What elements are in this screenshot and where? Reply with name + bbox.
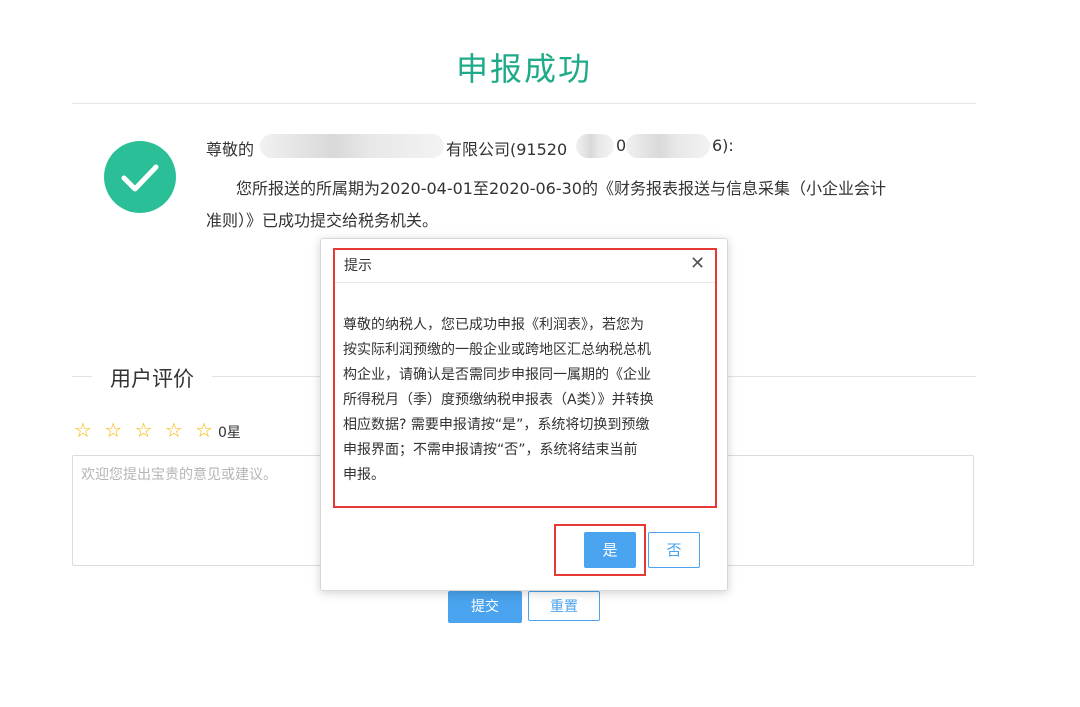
greeting-prefix: 尊敬的 bbox=[206, 140, 255, 159]
star-rating[interactable]: ☆ ☆ ☆ ☆ ☆ bbox=[74, 418, 216, 442]
reset-button[interactable]: 重置 bbox=[528, 591, 600, 621]
highlight-box-yes bbox=[554, 524, 646, 576]
page-title: 申报成功 bbox=[455, 50, 592, 88]
evaluation-title: 用户评价 bbox=[104, 363, 200, 393]
title-divider bbox=[72, 103, 976, 104]
message-greeting: 尊敬的 bbox=[206, 136, 254, 160]
no-button[interactable]: 否 bbox=[648, 532, 700, 568]
eval-divider-left bbox=[72, 376, 92, 377]
redacted-tax-id-1 bbox=[576, 134, 614, 158]
redacted-tax-id-2 bbox=[626, 134, 710, 158]
submit-button[interactable]: 提交 bbox=[448, 591, 522, 623]
success-check-icon bbox=[104, 141, 176, 213]
highlight-box-message bbox=[333, 248, 717, 508]
message-body-line2: 准则）》已成功提交给税务机关。 bbox=[206, 211, 439, 230]
tax-id-middle: 0 bbox=[616, 136, 627, 155]
redacted-company-name bbox=[260, 134, 444, 158]
company-suffix: 有限公司(91520 bbox=[446, 140, 568, 159]
star-score: 0星 bbox=[218, 425, 241, 441]
message-body-line1: 您所报送的所属期为2020-04-01至2020-06-30的《财务报表报送与信… bbox=[236, 179, 886, 198]
tax-id-end: 6): bbox=[712, 136, 734, 155]
